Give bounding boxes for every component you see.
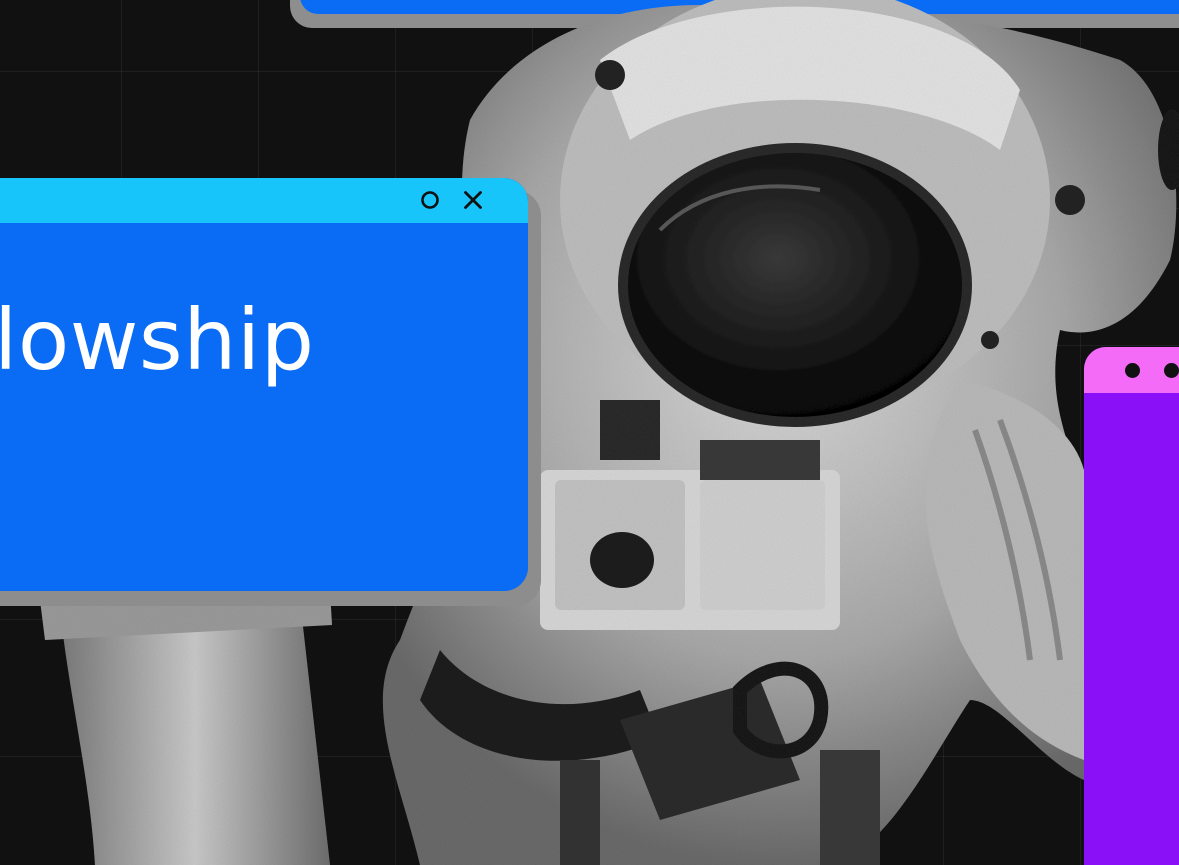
dot-icon[interactable] (1164, 363, 1179, 378)
page-canvas: lowship (0, 0, 1179, 865)
purple-window-body (1084, 393, 1179, 865)
dot-icon[interactable] (1125, 363, 1140, 378)
purple-window-titlebar[interactable] (1084, 347, 1179, 393)
close-icon[interactable] (462, 188, 484, 210)
window-headline: lowship (0, 291, 315, 389)
blue-window-titlebar[interactable] (0, 178, 528, 223)
blue-window-body: lowship (0, 223, 528, 591)
circle-icon[interactable] (419, 188, 441, 210)
blue-window: lowship (0, 178, 528, 591)
purple-window (1084, 347, 1179, 865)
